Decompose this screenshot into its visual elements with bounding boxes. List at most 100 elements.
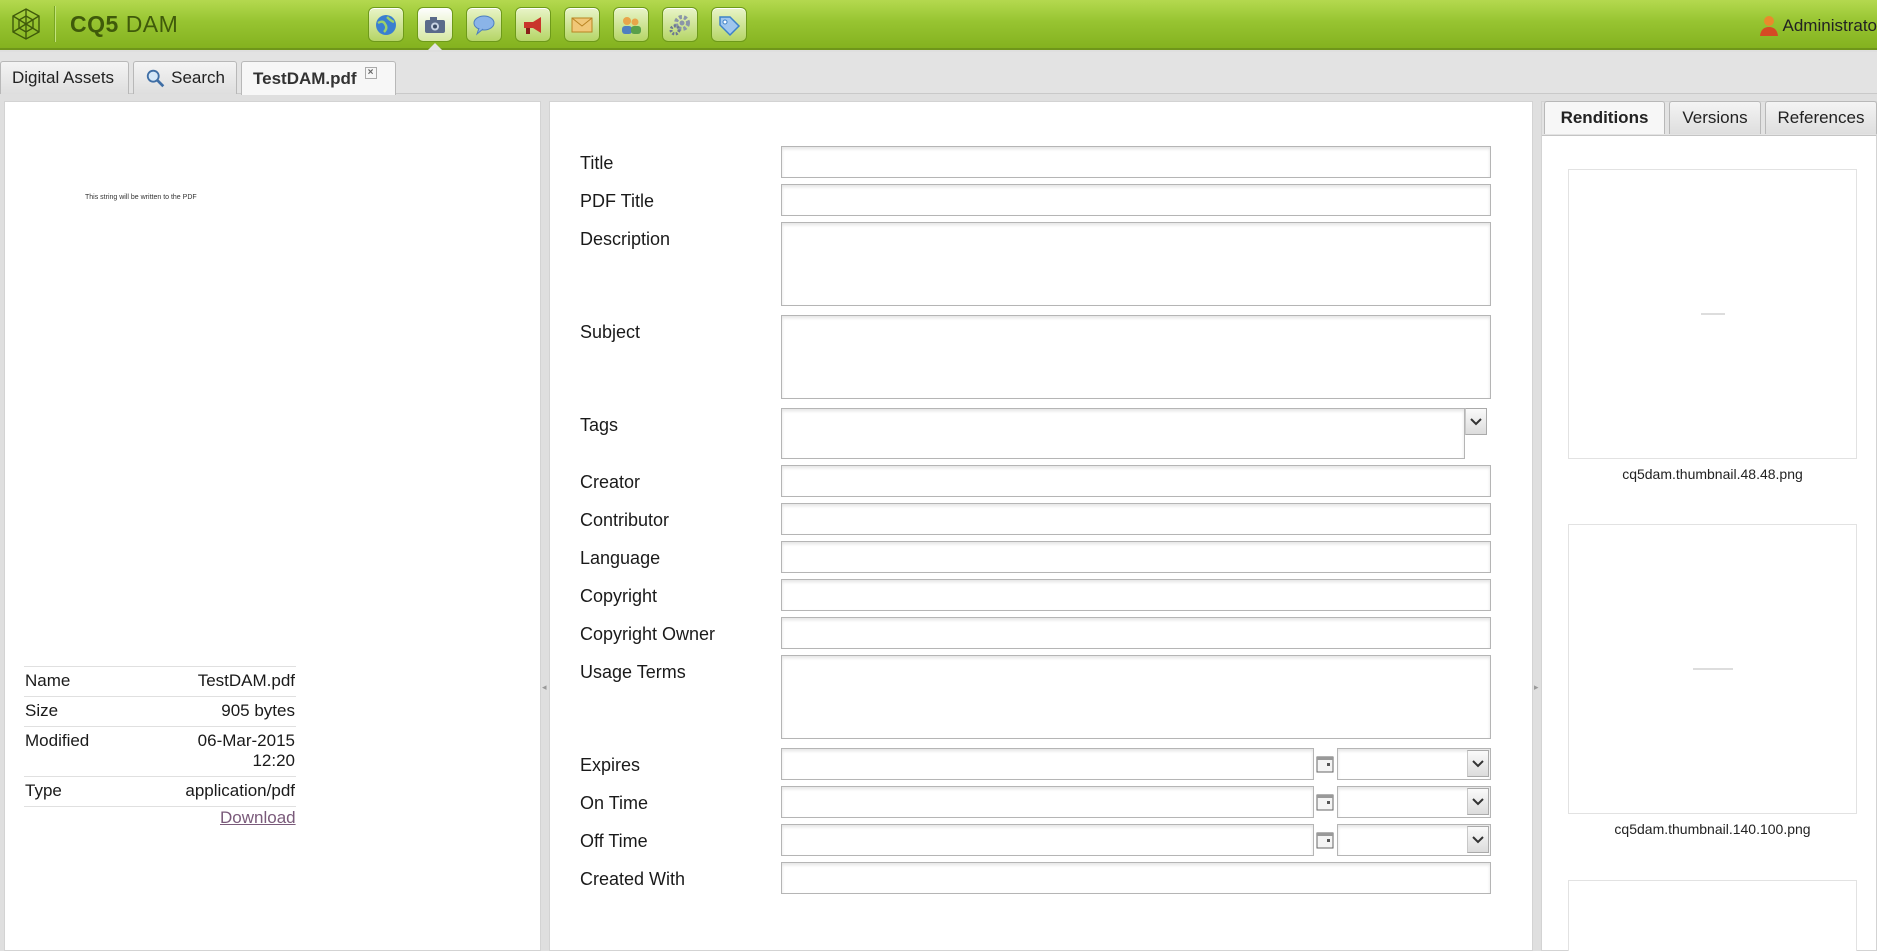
tools-button[interactable]	[662, 7, 698, 42]
on-time-label: On Time	[580, 793, 649, 813]
tab-label: Versions	[1682, 108, 1748, 127]
chevron-down-icon	[1472, 759, 1484, 767]
info-row-name: Name TestDAM.pdf	[24, 666, 296, 697]
calendar-icon	[1316, 832, 1334, 849]
copyright-owner-label: Copyright Owner	[580, 624, 716, 644]
thumbnail-content	[1692, 668, 1733, 670]
left-splitter-handle[interactable]: ◂	[542, 682, 548, 702]
tab-label: References	[1777, 108, 1865, 127]
download-link[interactable]: Download	[220, 808, 296, 828]
tags-label: Tags	[580, 415, 619, 435]
info-value: 905 bytes	[221, 701, 295, 720]
close-tab-icon[interactable]: ×	[364, 66, 377, 79]
chevron-down-icon	[1472, 835, 1484, 843]
info-key: Type	[25, 781, 62, 800]
language-field[interactable]	[781, 541, 1491, 573]
campaigns-button[interactable]	[515, 7, 551, 42]
community-button[interactable]	[466, 7, 502, 42]
inbox-envelope-icon	[571, 17, 593, 32]
thumbnail-content	[1700, 313, 1725, 315]
copyright-owner-field[interactable]	[781, 617, 1491, 649]
asset-info-table: Name TestDAM.pdf Size 905 bytes Modified…	[24, 666, 296, 816]
right-splitter-handle[interactable]: ▸	[1534, 682, 1540, 702]
creator-field[interactable]	[781, 465, 1491, 497]
title-label: Title	[580, 153, 614, 173]
users-icon	[622, 16, 641, 34]
on-time-time-dropdown[interactable]	[1467, 788, 1489, 815]
off-time-date-field[interactable]	[781, 824, 1314, 856]
rendition-thumbnail[interactable]	[1568, 169, 1857, 459]
tab-label: Renditions	[1560, 108, 1649, 127]
metadata-form-panel: Title PDF Title Description Subject Tags…	[549, 101, 1539, 951]
calendar-icon	[1316, 756, 1334, 773]
websites-icon	[376, 14, 396, 35]
tags-field[interactable]	[781, 408, 1465, 459]
user-icon	[1759, 16, 1778, 36]
tab-renditions[interactable]: Renditions	[1544, 101, 1665, 134]
pdf-title-label: PDF Title	[580, 191, 655, 211]
off-time-calendar-button[interactable]	[1314, 827, 1336, 853]
tab-versions[interactable]: Versions	[1669, 101, 1761, 134]
user-menu[interactable]: Administrato	[1759, 15, 1877, 37]
expires-date-field[interactable]	[781, 748, 1314, 780]
expires-calendar-button[interactable]	[1314, 751, 1336, 777]
search-icon	[146, 69, 165, 88]
dam-camera-icon	[425, 16, 445, 33]
contributor-label: Contributor	[580, 510, 670, 530]
tab-testdam-pdf[interactable]: TestDAM.pdf ×	[241, 61, 396, 95]
community-bubble-icon	[473, 15, 495, 36]
tab-search[interactable]: Search	[133, 61, 237, 94]
calendar-icon	[1316, 794, 1334, 811]
off-time-label: Off Time	[580, 831, 648, 851]
description-label: Description	[580, 229, 671, 249]
cq5-logo-icon	[12, 8, 40, 40]
info-value: application/pdf	[185, 781, 295, 800]
subject-label: Subject	[580, 322, 641, 342]
user-name: Administrato	[1782, 16, 1877, 35]
tagging-button[interactable]	[711, 7, 747, 42]
copyright-field[interactable]	[781, 579, 1491, 611]
usage-terms-label: Usage Terms	[580, 662, 686, 682]
expires-label: Expires	[580, 755, 641, 775]
tab-references[interactable]: References	[1765, 101, 1877, 134]
info-key: Modified	[25, 731, 90, 750]
on-time-calendar-button[interactable]	[1314, 789, 1336, 815]
logo-separator	[54, 6, 55, 42]
websites-button[interactable]	[368, 7, 404, 42]
info-row-size: Size 905 bytes	[24, 696, 296, 727]
off-time-time-dropdown[interactable]	[1467, 826, 1489, 853]
rendition-thumbnail[interactable]	[1568, 524, 1857, 814]
creator-label: Creator	[580, 472, 641, 492]
app-title: CQ5 DAM	[70, 11, 179, 37]
tags-dropdown-button[interactable]	[1465, 408, 1487, 435]
tab-label: TestDAM.pdf	[253, 68, 357, 88]
pdf-title-field[interactable]	[781, 184, 1491, 216]
modified-date: 06-Mar-2015	[197, 731, 295, 750]
users-button[interactable]	[613, 7, 649, 42]
info-row-type: Type application/pdf	[24, 776, 296, 807]
info-value: 06-Mar-2015 12:20	[125, 727, 296, 777]
contributor-field[interactable]	[781, 503, 1491, 535]
chevron-down-icon	[1472, 797, 1484, 805]
inbox-button[interactable]	[564, 7, 600, 42]
description-field[interactable]	[781, 222, 1491, 306]
modified-time: 12:20	[252, 751, 295, 770]
rendition-thumbnail[interactable]	[1568, 880, 1857, 951]
top-bar: CQ5 DAM Administrato	[0, 0, 1877, 50]
expires-time-dropdown[interactable]	[1467, 750, 1489, 777]
tab-digital-assets[interactable]: Digital Assets	[0, 61, 129, 94]
main-tab-bar: Digital Assets Search TestDAM.pdf ×	[0, 52, 1877, 95]
info-row-modified: Modified 06-Mar-2015 12:20	[24, 726, 296, 777]
right-tab-bar: Renditions Versions References	[1542, 101, 1877, 136]
asset-preview-panel: This string will be written to the PDF N…	[4, 101, 547, 951]
info-value: TestDAM.pdf	[197, 671, 295, 690]
digital-assets-button[interactable]	[417, 7, 453, 42]
created-with-field[interactable]	[781, 862, 1491, 894]
tab-label: Digital Assets	[12, 68, 115, 87]
active-app-indicator	[428, 43, 442, 50]
usage-terms-field[interactable]	[781, 655, 1491, 739]
title-field[interactable]	[781, 146, 1491, 178]
on-time-date-field[interactable]	[781, 786, 1314, 818]
subject-field[interactable]	[781, 315, 1491, 399]
rendition-label: cq5dam.thumbnail.48.48.png	[1622, 466, 1803, 482]
